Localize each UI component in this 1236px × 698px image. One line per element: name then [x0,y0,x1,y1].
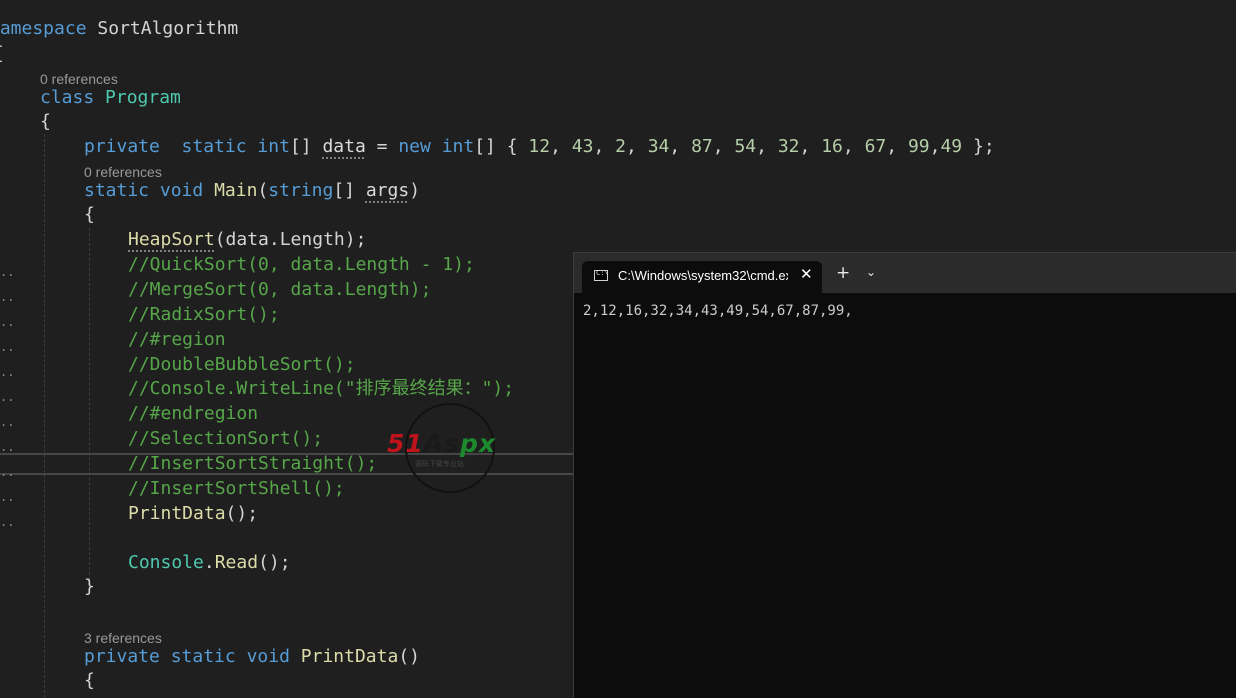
code-line-console-read: Console.Read(); [128,552,291,573]
indent-guide [44,134,45,698]
code-comment-line: //Console.WriteLine("排序最终结果："); [128,378,515,399]
fold-dots: .. [0,365,15,379]
fold-dots: .. [0,515,15,529]
code-comment-line: //DoubleBubbleSort(); [128,354,356,375]
code-line-class: class Program [40,87,181,108]
cmd-icon: C:\ [594,269,609,281]
fold-dots: .. [0,340,15,354]
terminal-window[interactable]: C:\ C:\Windows\system32\cmd.exe ✕ + ⌄ 2,… [573,252,1236,698]
fold-dots: .. [0,290,15,304]
code-line-namespace: namespace SortAlgorithm [0,18,239,39]
code-line-heapsort-call: HeapSort(data.Length); [128,229,367,250]
code-line-open-brace: { [0,42,4,66]
new-tab-button[interactable]: + [836,263,850,283]
terminal-tab[interactable]: C:\ C:\Windows\system32\cmd.exe ✕ [582,261,822,293]
code-line-printdata-call: PrintData(); [128,503,259,524]
chevron-down-icon[interactable]: ⌄ [866,265,876,279]
fold-dots: .. [0,390,15,404]
watermark-subtitle: 源码下载专业站 [415,460,464,468]
indent-guide [89,228,90,580]
fold-dots: .. [0,440,15,454]
code-line-main-signature: static void Main(string[] args) [84,180,421,201]
code-line-main-open: { [84,204,95,225]
fold-dots: .. [0,315,15,329]
terminal-output: 2,12,16,32,34,43,49,54,67,87,99, [583,303,853,319]
fold-dots: .. [0,415,15,429]
close-icon[interactable]: ✕ [800,265,813,283]
code-comment-line: //MergeSort(0, data.Length); [128,279,432,300]
watermark-text: 51Aspx [387,429,497,458]
code-comment-line: //SelectionSort(); [128,428,324,449]
fold-dots: .. [0,465,15,479]
code-line-main-close: } [84,576,95,597]
code-line-data-field: private static int[] data = new int[] { … [84,136,995,157]
terminal-tab-title: C:\Windows\system32\cmd.exe [618,268,788,283]
code-comment-line: //InsertSortShell(); [128,478,345,499]
code-comment-line: //RadixSort(); [128,304,280,325]
code-line-printdata-open: { [84,670,95,691]
code-comment-line: //#region [128,329,226,350]
code-comment-line: //#endregion [128,403,259,424]
fold-dots: .. [0,265,15,279]
code-comment-line: //InsertSortStraight(); [128,453,378,474]
terminal-tab-bar: C:\ C:\Windows\system32\cmd.exe ✕ + ⌄ [574,253,1236,293]
code-line-printdata-signature: private static void PrintData() [84,646,421,667]
fold-dots: .. [0,490,15,504]
code-line-class-open: { [40,111,51,132]
code-comment-line: //QuickSort(0, data.Length - 1); [128,254,475,275]
watermark-logo: 51Aspx 源码下载专业站 [385,403,515,493]
